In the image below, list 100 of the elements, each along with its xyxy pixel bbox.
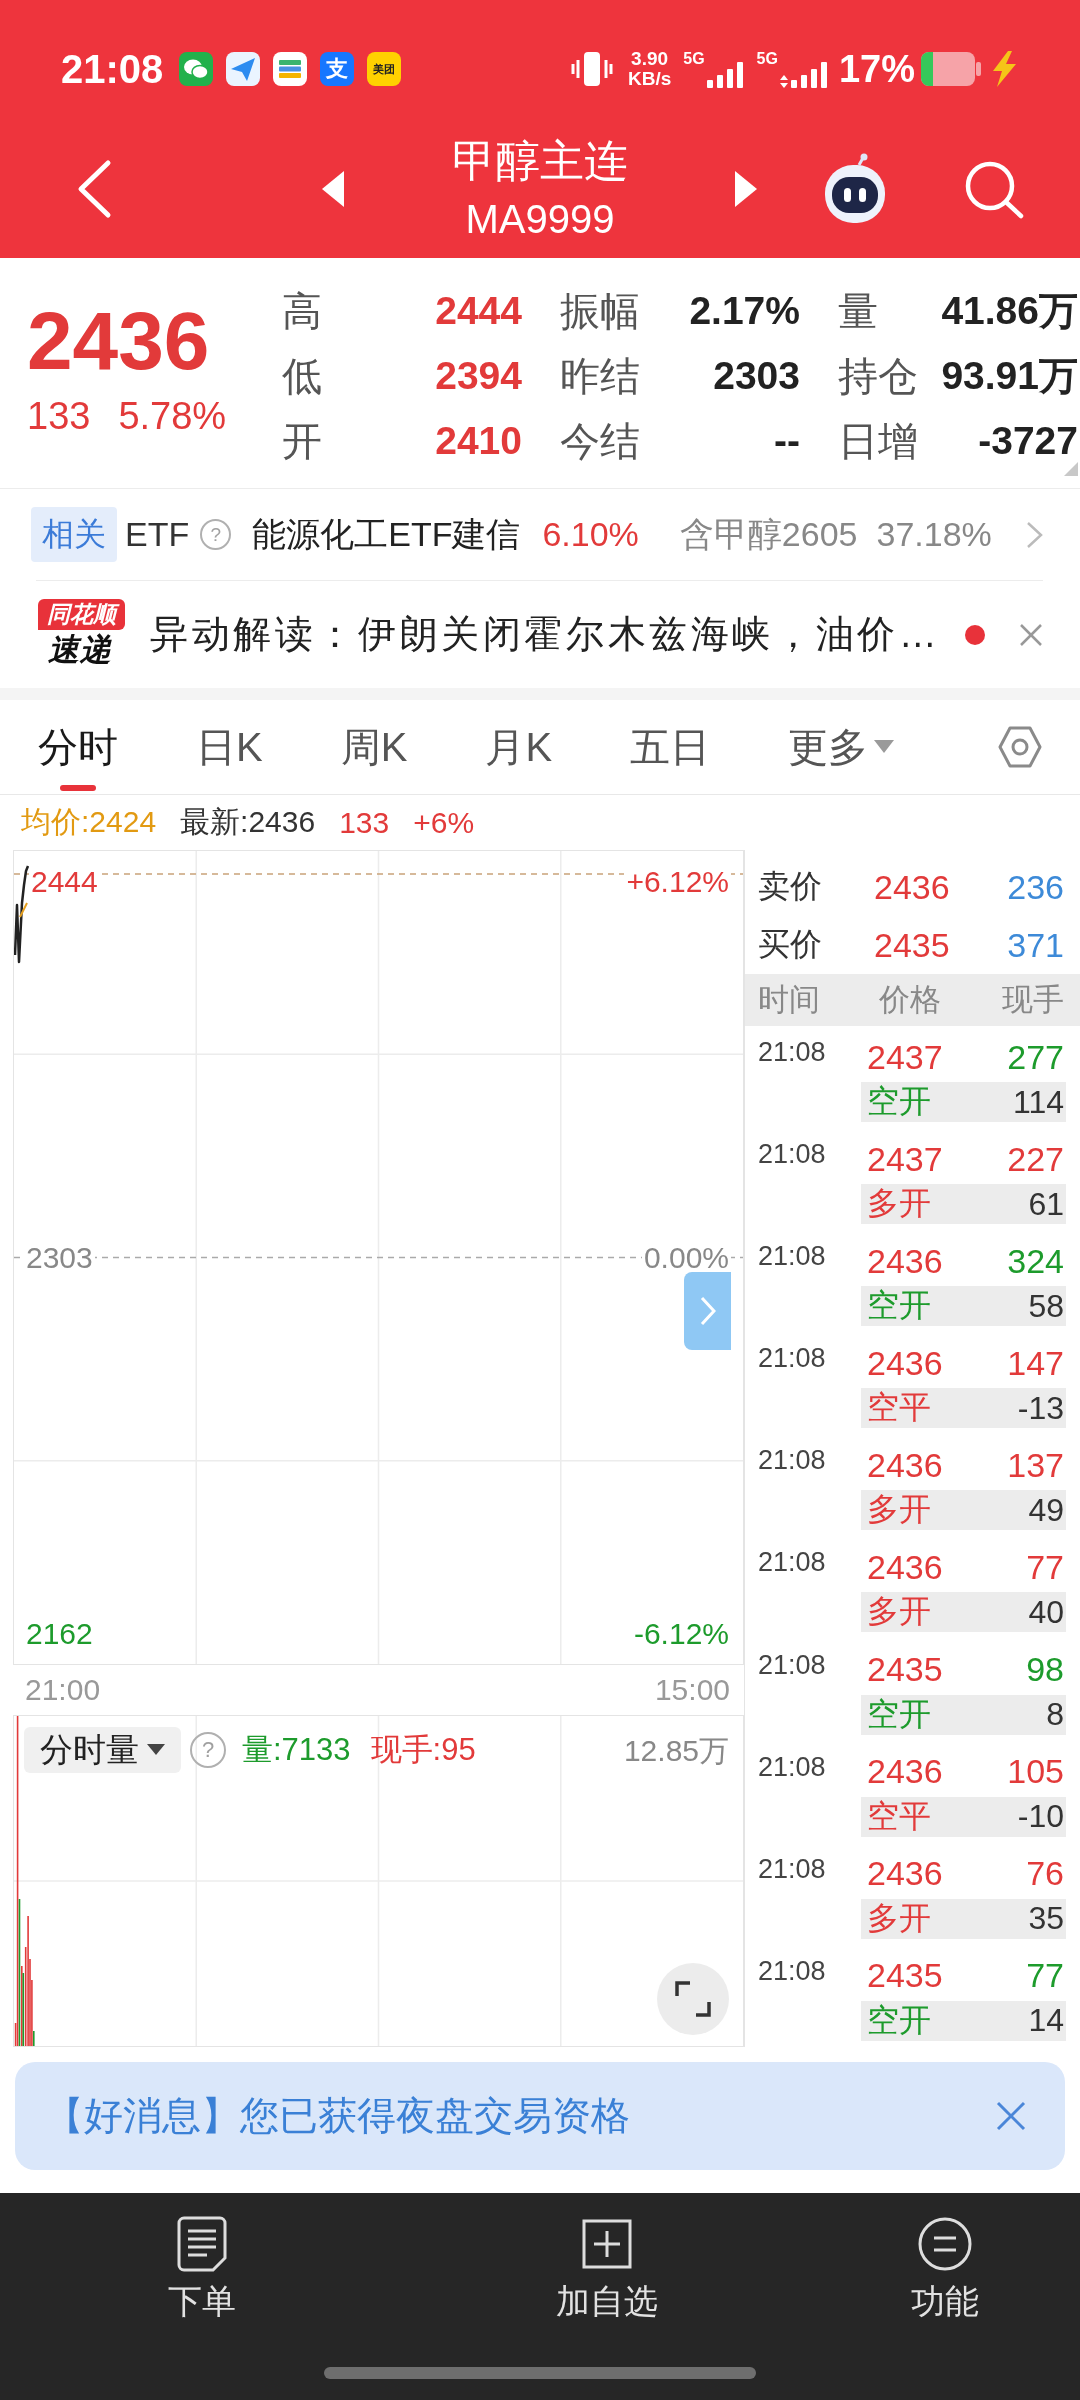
cards-icon <box>273 52 308 86</box>
price-change: 133 <box>339 805 390 840</box>
app-icon: 支 <box>320 52 355 86</box>
trade-time: 21:08 <box>758 1036 826 1069</box>
trade-quantity: 114 <box>1013 1083 1064 1121</box>
trade-quantity: 58 <box>1028 1287 1064 1325</box>
last-volume-reading: 现手:95 <box>370 1731 476 1769</box>
last-price: 2436 <box>27 294 211 388</box>
battery-percent: 17% <box>838 47 915 91</box>
close-icon[interactable] <box>1019 622 1043 647</box>
trade-price: 2435 <box>867 1956 943 1996</box>
stat-value: 2303 <box>713 352 800 399</box>
fund-name[interactable]: 能源化工ETF建信 <box>252 511 521 558</box>
trade-action: 空平 <box>867 1796 931 1836</box>
time-label: 15:00 <box>654 1673 730 1707</box>
chart-tab[interactable]: 更多 <box>788 700 895 794</box>
trade-action: 空开 <box>867 2000 931 2040</box>
quote-price: 2436 <box>873 867 950 907</box>
trade-price: 2437 <box>867 1139 943 1179</box>
network-type: 5G <box>756 50 778 67</box>
fund-change: 6.10% <box>542 515 639 554</box>
vibrate-icon <box>569 50 614 88</box>
stat-value: 41.86万 <box>941 287 1078 334</box>
close-icon[interactable] <box>996 2101 1026 2131</box>
trade-price: 2435 <box>867 1650 943 1690</box>
chart-tab[interactable]: 周K <box>340 700 408 794</box>
settings-icon[interactable] <box>998 725 1042 769</box>
related-tag: 相关 <box>31 507 117 562</box>
etf-label: ETF <box>125 515 190 554</box>
trade-price: 2436 <box>867 1445 943 1485</box>
trade-quantity: 14 <box>1028 2002 1064 2040</box>
stat-label: 持仓 <box>838 352 918 400</box>
trade-quantity: 8 <box>1046 1696 1064 1734</box>
side-panel-handle[interactable] <box>684 1272 731 1350</box>
chart-tab[interactable]: 五日 <box>630 700 711 794</box>
trade-quantity: 35 <box>1028 1900 1064 1938</box>
notice-text: 【好消息】您已获得夜盘交易资格 <box>45 2093 630 2139</box>
chart-tab[interactable]: 月K <box>485 700 553 794</box>
latest-price: 最新:2436 <box>180 804 316 840</box>
trade-price: 2437 <box>867 1037 943 1077</box>
trade-size: 137 <box>1007 1445 1064 1485</box>
tab-bar-button[interactable]: 加自选 <box>556 2216 658 2324</box>
robot-icon[interactable] <box>823 153 887 225</box>
trade-action: 空平 <box>867 1388 931 1428</box>
chat-bubbles-icon <box>179 52 214 86</box>
holding-percent: 37.18% <box>876 515 992 554</box>
chart-tab[interactable]: 分时 <box>38 700 118 794</box>
trade-action: 空开 <box>867 1286 931 1326</box>
trade-action: 多开 <box>867 1898 931 1938</box>
news-headline[interactable]: 异动解读：伊朗关闭霍尔木兹海峡，油价… <box>150 609 941 660</box>
column-header: 现手 <box>1002 981 1064 1019</box>
trade-price: 2436 <box>867 1854 943 1894</box>
caret-left-icon[interactable] <box>322 171 344 207</box>
percent-change: +6% <box>413 805 475 840</box>
search-icon[interactable] <box>963 159 1025 219</box>
trade-price: 2436 <box>867 1343 943 1383</box>
chart-tab[interactable]: 日K <box>196 700 263 794</box>
trade-price: 2436 <box>867 1241 943 1281</box>
trade-action: 空开 <box>867 1082 931 1121</box>
average-price-line <box>19 902 28 918</box>
stat-value: 2444 <box>435 287 522 334</box>
quote-label: 买价 <box>758 925 823 964</box>
trade-time: 21:08 <box>758 1546 826 1580</box>
logo-tag: 同花顺 <box>38 599 125 630</box>
caret-right-icon[interactable] <box>735 171 757 207</box>
stat-value: -3727 <box>978 417 1078 464</box>
back-icon[interactable] <box>76 159 112 219</box>
trade-quantity: 61 <box>1028 1185 1064 1223</box>
quote-size: 236 <box>1007 867 1064 907</box>
caret-down-icon <box>147 1744 165 1756</box>
trade-size: 77 <box>1026 1956 1064 1996</box>
network-speed-unit: KB/s <box>627 69 672 89</box>
trade-time: 21:08 <box>758 1138 826 1172</box>
quote-size: 371 <box>1007 925 1064 965</box>
stat-value: 2410 <box>435 417 522 464</box>
add-square-icon <box>582 2219 632 2269</box>
trade-price: 2436 <box>867 1547 943 1587</box>
app-icon: 美团 <box>367 52 402 86</box>
trade-price: 2436 <box>867 1752 943 1792</box>
trade-time: 21:08 <box>758 1750 826 1784</box>
average-price: 均价:2424 <box>21 804 157 840</box>
stat-label: 今结 <box>560 417 640 465</box>
status-time: 21:08 <box>61 46 164 92</box>
trade-size: 76 <box>1026 1854 1064 1894</box>
time-label: 21:00 <box>25 1673 101 1707</box>
battery-icon <box>920 51 982 87</box>
contract-code: MA9999 <box>465 196 615 243</box>
trade-size: 324 <box>1007 1241 1064 1281</box>
trade-time: 21:08 <box>758 1240 826 1274</box>
trade-time: 21:08 <box>758 1954 826 1988</box>
trade-time: 21:08 <box>758 1852 826 1886</box>
volume-reading: 量:7133 <box>242 1731 351 1769</box>
chevron-right-icon <box>699 1296 716 1326</box>
tab-bar-button[interactable]: 功能 <box>911 2216 979 2324</box>
volume-selector[interactable]: 分时量 <box>24 1727 181 1773</box>
volume-max-label: 12.85万 <box>623 1733 729 1769</box>
paper-plane-icon <box>226 52 261 86</box>
stat-label: 高 <box>282 287 322 335</box>
trade-time: 21:08 <box>758 1444 826 1478</box>
tab-bar-button[interactable]: 下单 <box>168 2216 236 2324</box>
